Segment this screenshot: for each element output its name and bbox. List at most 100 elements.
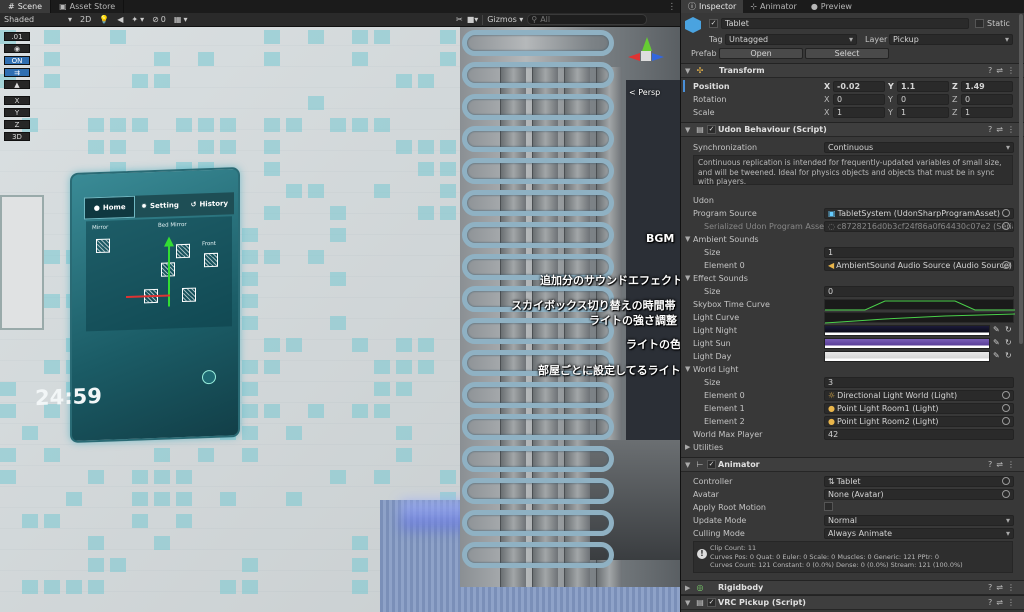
scale-z-field[interactable]: 1 — [961, 107, 1013, 118]
reset-icon[interactable]: ↻ — [1005, 338, 1012, 347]
eyedropper-icon[interactable]: ✎ — [993, 351, 1000, 360]
program-source-field[interactable]: ▣ TabletSystem (UdonSharpProgramAsset) — [824, 208, 1014, 219]
rotation-y-field[interactable]: 0 — [897, 94, 949, 105]
component-enabled-checkbox[interactable]: ✓ — [707, 460, 716, 469]
tab-scene[interactable]: # Scene — [0, 0, 52, 13]
component-enabled-checkbox[interactable]: ✓ — [707, 598, 716, 607]
lighting-toggle[interactable]: 💡 — [95, 13, 113, 27]
rotation-z-field[interactable]: 0 — [961, 94, 1013, 105]
max-player-field[interactable]: 42 — [824, 429, 1014, 440]
effect-size-field[interactable]: 0 — [824, 286, 1014, 297]
expand-icon[interactable]: ▼ — [685, 365, 690, 373]
2d-toggle[interactable]: 2D — [76, 13, 95, 27]
object-picker-icon[interactable] — [1002, 404, 1010, 412]
more-icon[interactable]: ⋮ — [668, 2, 677, 12]
component-enabled-checkbox[interactable]: ✓ — [707, 125, 716, 134]
expand-icon[interactable]: ▼ — [685, 274, 690, 282]
object-picker-icon[interactable] — [1002, 417, 1010, 425]
world-element1-field[interactable]: ● Point Light Room1 (Light) — [824, 403, 1014, 414]
rotation-x-field[interactable]: 0 — [833, 94, 885, 105]
eyedropper-icon[interactable]: ✎ — [993, 325, 1000, 334]
lock-toggle[interactable]: ▲ — [4, 80, 30, 89]
vrc-pickup-header[interactable]: ▼ ▤ ✓ VRC Pickup (Script) ?⇌⋮ — [681, 595, 1024, 610]
object-picker-icon[interactable] — [1002, 391, 1010, 399]
inspector-scrollbar[interactable] — [1019, 14, 1023, 344]
object-name-field[interactable]: Tablet — [721, 18, 969, 29]
world-element0-field[interactable]: ☼ Directional Light World (Light) — [824, 390, 1014, 401]
x-axis-toggle[interactable]: X — [4, 96, 30, 105]
scene-view[interactable]: ● Home ✹ Setting ↺ History Mirror Bed Mirro… — [0, 0, 680, 612]
tools-icon[interactable]: ✂ — [456, 15, 463, 24]
scene-gizmo[interactable] — [626, 35, 666, 85]
tablet-action-button[interactable] — [202, 369, 216, 385]
expand-icon[interactable]: ▼ — [685, 235, 690, 243]
layer-dropdown[interactable]: Pickup — [889, 34, 1013, 45]
visibility-toggle[interactable]: ◉ — [4, 44, 30, 53]
sync-dropdown[interactable]: Continuous — [824, 142, 1014, 153]
light-night-color[interactable] — [824, 325, 990, 336]
reset-icon[interactable]: ↻ — [1005, 351, 1012, 360]
controller-field[interactable]: ⇅ Tablet — [824, 476, 1014, 487]
mirror-toggle[interactable] — [96, 238, 110, 254]
component-menu-icon[interactable]: ?⇌⋮ — [988, 598, 1019, 607]
effects-toggle[interactable]: ✦ ▾ — [127, 13, 148, 27]
tablet-tab-setting[interactable]: ✹ Setting — [135, 194, 184, 218]
object-picker-icon[interactable] — [1002, 261, 1010, 269]
ambient-element0-field[interactable]: ◀ AmbientSound Audio Source (Audio Source… — [824, 260, 1014, 271]
world-element2-field[interactable]: ● Point Light Room2 (Light) — [824, 416, 1014, 427]
eyedropper-icon[interactable]: ✎ — [993, 338, 1000, 347]
update-mode-dropdown[interactable]: Normal — [824, 515, 1014, 526]
grid-menu[interactable]: ▦ ▾ — [170, 13, 192, 27]
object-picker-icon[interactable] — [1002, 222, 1010, 230]
grid-toggle[interactable]: ON — [4, 56, 30, 65]
audio-toggle[interactable]: ◀ — [113, 13, 127, 27]
rigidbody-header[interactable]: ▶ ◎ Rigidbody ?⇌⋮ — [681, 580, 1024, 595]
object-picker-icon[interactable] — [1002, 490, 1010, 498]
scale-x-field[interactable]: 1 — [833, 107, 885, 118]
search-field[interactable]: ⚲ All — [527, 14, 648, 25]
gizmos-dropdown[interactable]: Gizmos ▾ — [487, 15, 523, 24]
component-menu-icon[interactable]: ?⇌⋮ — [988, 460, 1019, 469]
transform-header[interactable]: ▼ ✣ Transform ?⇌⋮ — [681, 63, 1024, 78]
culling-mode-dropdown[interactable]: Always Animate — [824, 528, 1014, 539]
skybox-curve-field[interactable] — [824, 299, 1015, 311]
collapse-icon[interactable]: ▶ — [685, 443, 690, 451]
snap-toggle[interactable]: ⇉ — [4, 68, 30, 77]
bed-mirror-toggle[interactable] — [176, 243, 190, 259]
component-menu-icon[interactable]: ?⇌⋮ — [988, 66, 1019, 75]
tablet-tab-history[interactable]: ↺ History — [185, 192, 234, 216]
tab-asset-store[interactable]: ▣ Asset Store — [51, 0, 125, 13]
ambient-size-field[interactable]: 1 — [824, 247, 1014, 258]
position-z-field[interactable]: 1.49 — [961, 81, 1013, 92]
shading-dropdown[interactable]: Shaded ▾ — [0, 13, 76, 27]
apply-root-motion-checkbox[interactable] — [824, 502, 833, 511]
tab-inspector[interactable]: ⓘ Inspector — [681, 0, 744, 13]
object-picker-icon[interactable] — [1002, 209, 1010, 217]
component-menu-icon[interactable]: ?⇌⋮ — [988, 125, 1019, 134]
snap-increment[interactable]: .01 — [4, 32, 30, 41]
light-sun-color[interactable] — [824, 338, 990, 349]
light-curve-field[interactable] — [824, 312, 1015, 324]
world-size-field[interactable]: 3 — [824, 377, 1014, 388]
3d-toggle[interactable]: 3D — [4, 132, 30, 141]
animator-header[interactable]: ▼ ⊢ ✓ Animator ?⇌⋮ — [681, 457, 1024, 472]
front-mirror-toggle[interactable] — [204, 252, 218, 268]
active-checkbox[interactable]: ✓ — [709, 19, 718, 28]
lower-mirror-toggle[interactable] — [182, 287, 196, 303]
component-menu-icon[interactable]: ?⇌⋮ — [988, 583, 1019, 592]
scale-y-field[interactable]: 1 — [897, 107, 949, 118]
udon-behaviour-header[interactable]: ▼ ▤ ✓ Udon Behaviour (Script) ?⇌⋮ — [681, 122, 1024, 137]
persp-label[interactable]: < Persp — [629, 88, 660, 97]
tablet-tab-home[interactable]: ● Home — [84, 195, 136, 220]
y-axis-toggle[interactable]: Y — [4, 108, 30, 117]
reset-icon[interactable]: ↻ — [1005, 325, 1012, 334]
tab-animator[interactable]: ⊹ Animator — [743, 0, 803, 13]
prefab-select-button[interactable]: Select — [805, 48, 889, 59]
z-axis-toggle[interactable]: Z — [4, 120, 30, 129]
avatar-field[interactable]: None (Avatar) — [824, 489, 1014, 500]
object-picker-icon[interactable] — [1002, 477, 1010, 485]
tab-preview[interactable]: ● Preview — [804, 0, 859, 13]
hidden-objects-toggle[interactable]: ⊘ 0 — [148, 13, 170, 27]
light-day-color[interactable] — [824, 351, 990, 362]
tag-dropdown[interactable]: Untagged — [725, 34, 857, 45]
